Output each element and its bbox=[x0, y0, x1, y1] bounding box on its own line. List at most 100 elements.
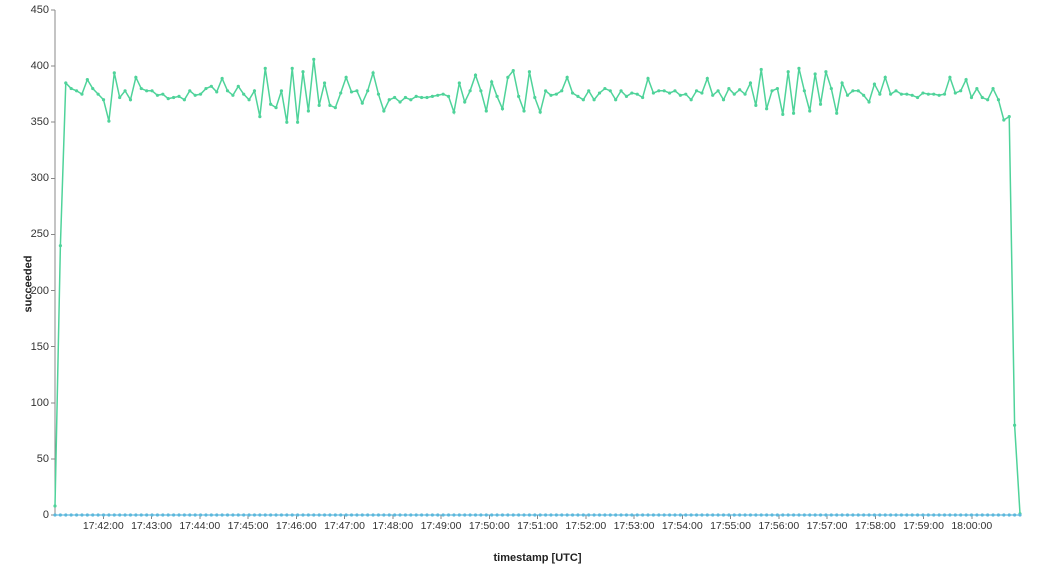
data-point-failed bbox=[463, 513, 466, 516]
data-point-succeeded bbox=[555, 93, 558, 96]
data-point-succeeded bbox=[873, 82, 876, 85]
data-point-succeeded bbox=[97, 93, 100, 96]
x-tick-label: 17:44:00 bbox=[179, 515, 220, 532]
data-point-succeeded bbox=[571, 91, 574, 94]
data-point-failed bbox=[172, 513, 175, 516]
data-point-succeeded bbox=[172, 96, 175, 99]
data-point-succeeded bbox=[964, 78, 967, 81]
data-point-succeeded bbox=[1013, 424, 1016, 427]
data-point-succeeded bbox=[690, 98, 693, 101]
data-point-succeeded bbox=[754, 104, 757, 107]
x-tick-label: 17:42:00 bbox=[83, 515, 124, 532]
x-tick-label: 17:50:00 bbox=[469, 515, 510, 532]
data-point-succeeded bbox=[646, 77, 649, 80]
x-tick-label: 18:00:00 bbox=[951, 515, 992, 532]
chart-svg bbox=[55, 10, 1020, 515]
data-point-succeeded bbox=[334, 106, 337, 109]
data-point-succeeded bbox=[851, 89, 854, 92]
data-point-succeeded bbox=[598, 91, 601, 94]
data-point-succeeded bbox=[215, 90, 218, 93]
data-point-succeeded bbox=[722, 98, 725, 101]
data-point-succeeded bbox=[932, 93, 935, 96]
data-point-succeeded bbox=[711, 94, 714, 97]
data-point-succeeded bbox=[80, 93, 83, 96]
data-point-succeeded bbox=[625, 95, 628, 98]
data-point-succeeded bbox=[64, 81, 67, 84]
data-point-succeeded bbox=[1002, 118, 1005, 121]
data-point-succeeded bbox=[630, 91, 633, 94]
data-point-succeeded bbox=[781, 113, 784, 116]
data-point-succeeded bbox=[792, 112, 795, 115]
data-point-failed bbox=[706, 513, 709, 516]
data-point-succeeded bbox=[150, 89, 153, 92]
data-point-succeeded bbox=[113, 71, 116, 74]
x-tick-label: 17:52:00 bbox=[565, 515, 606, 532]
data-point-succeeded bbox=[787, 70, 790, 73]
data-point-failed bbox=[59, 513, 62, 516]
data-point-succeeded bbox=[593, 98, 596, 101]
data-point-succeeded bbox=[824, 70, 827, 73]
data-point-failed bbox=[123, 513, 126, 516]
data-point-succeeded bbox=[231, 94, 234, 97]
data-point-succeeded bbox=[161, 93, 164, 96]
x-tick-label: 17:59:00 bbox=[903, 515, 944, 532]
data-point-succeeded bbox=[991, 87, 994, 90]
data-point-succeeded bbox=[420, 96, 423, 99]
data-point-succeeded bbox=[345, 76, 348, 79]
data-point-succeeded bbox=[894, 89, 897, 92]
data-point-succeeded bbox=[328, 104, 331, 107]
data-point-succeeded bbox=[668, 91, 671, 94]
data-point-succeeded bbox=[458, 81, 461, 84]
data-point-succeeded bbox=[636, 93, 639, 96]
data-point-succeeded bbox=[102, 98, 105, 101]
data-point-failed bbox=[754, 513, 757, 516]
x-tick-label: 17:46:00 bbox=[276, 515, 317, 532]
data-point-succeeded bbox=[75, 89, 78, 92]
x-tick-label: 17:58:00 bbox=[855, 515, 896, 532]
data-point-succeeded bbox=[490, 80, 493, 83]
data-point-succeeded bbox=[975, 87, 978, 90]
data-point-succeeded bbox=[129, 98, 132, 101]
data-point-succeeded bbox=[307, 109, 310, 112]
data-point-succeeded bbox=[641, 96, 644, 99]
data-point-succeeded bbox=[210, 85, 213, 88]
data-point-succeeded bbox=[970, 96, 973, 99]
data-point-failed bbox=[415, 513, 418, 516]
data-point-succeeded bbox=[404, 96, 407, 99]
chart-container: succeeded timestamp [UTC] 05010015020025… bbox=[0, 0, 1045, 568]
data-point-succeeded bbox=[506, 76, 509, 79]
data-point-succeeded bbox=[814, 72, 817, 75]
data-point-succeeded bbox=[118, 96, 121, 99]
data-point-succeeded bbox=[1008, 115, 1011, 118]
data-point-succeeded bbox=[921, 91, 924, 94]
data-point-succeeded bbox=[614, 98, 617, 101]
y-tick-label: 150 bbox=[9, 341, 55, 353]
data-point-succeeded bbox=[619, 89, 622, 92]
data-point-succeeded bbox=[269, 103, 272, 106]
data-point-succeeded bbox=[857, 89, 860, 92]
data-point-succeeded bbox=[258, 115, 261, 118]
data-point-failed bbox=[657, 513, 660, 516]
y-tick-label: 450 bbox=[9, 4, 55, 16]
data-point-succeeded bbox=[264, 67, 267, 70]
x-tick-label: 17:48:00 bbox=[372, 515, 413, 532]
x-tick-label: 17:53:00 bbox=[614, 515, 655, 532]
y-tick-label: 0 bbox=[9, 509, 55, 521]
data-point-succeeded bbox=[398, 100, 401, 103]
y-tick-label: 250 bbox=[9, 228, 55, 240]
data-point-succeeded bbox=[954, 91, 957, 94]
data-point-succeeded bbox=[86, 78, 89, 81]
data-point-failed bbox=[75, 513, 78, 516]
data-point-succeeded bbox=[323, 81, 326, 84]
data-point-failed bbox=[269, 513, 272, 516]
data-point-succeeded bbox=[183, 98, 186, 101]
data-point-succeeded bbox=[884, 76, 887, 79]
data-point-succeeded bbox=[377, 93, 380, 96]
data-point-succeeded bbox=[533, 96, 536, 99]
data-point-succeeded bbox=[469, 89, 472, 92]
data-point-succeeded bbox=[695, 89, 698, 92]
data-point-succeeded bbox=[609, 89, 612, 92]
data-point-succeeded bbox=[582, 98, 585, 101]
data-point-succeeded bbox=[145, 89, 148, 92]
data-point-succeeded bbox=[350, 90, 353, 93]
